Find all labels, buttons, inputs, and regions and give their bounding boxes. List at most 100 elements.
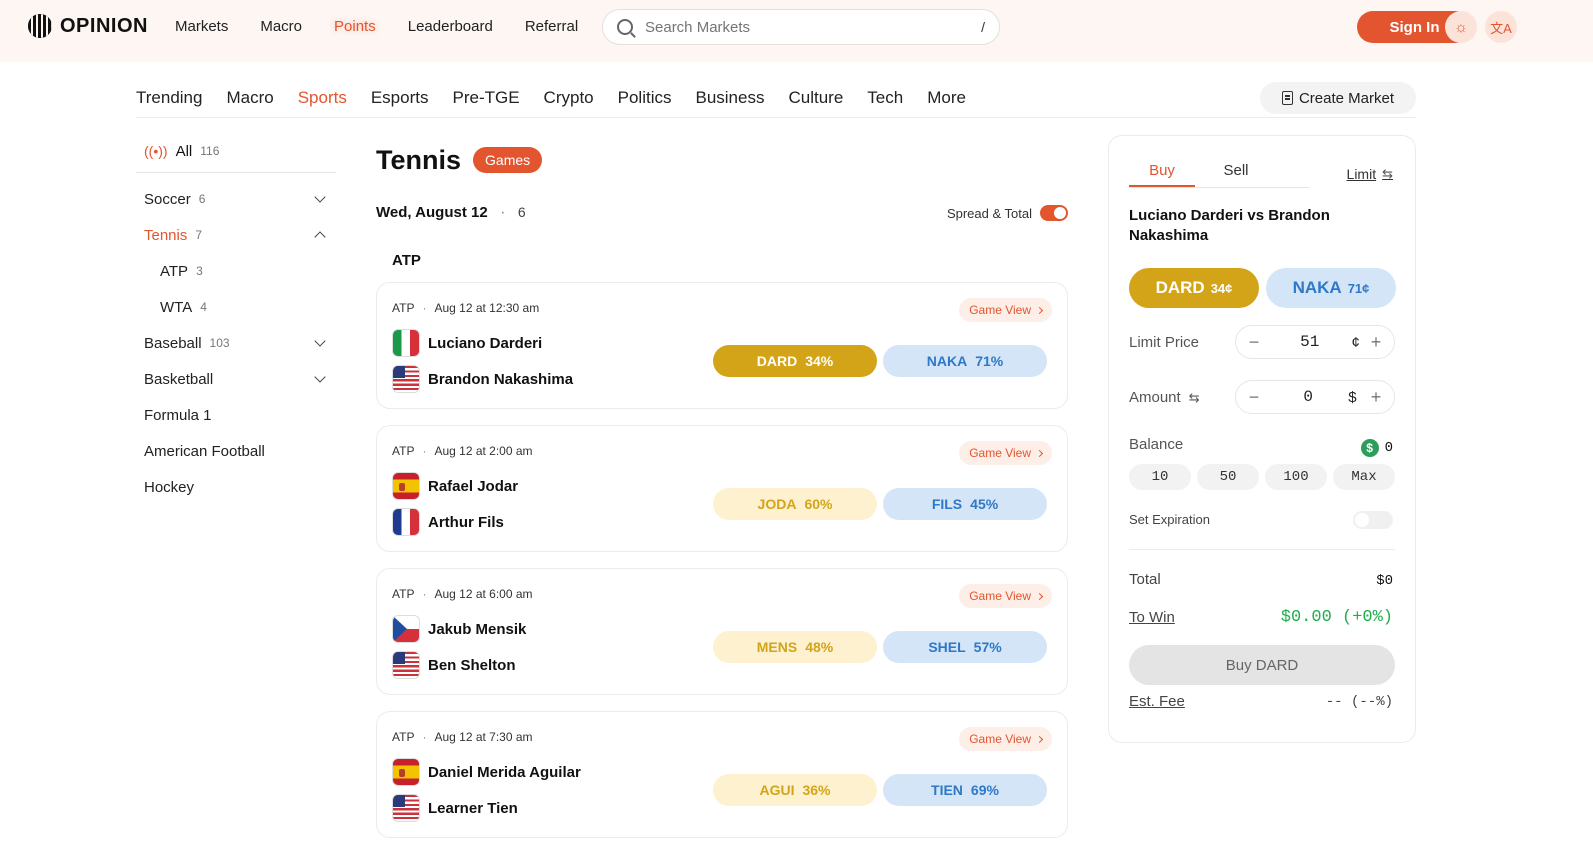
set-expiration-toggle[interactable] xyxy=(1353,511,1393,529)
plus-icon[interactable]: + xyxy=(1368,387,1384,408)
amount-value[interactable]: 0 xyxy=(1303,388,1313,406)
sidebar-item-atp[interactable]: ATP 3 xyxy=(136,253,336,289)
game-time: Aug 12 at 2:00 am xyxy=(434,444,533,458)
page-title: Tennis xyxy=(376,144,462,175)
game-card[interactable]: ATP · Aug 12 at 2:00 am Game View Rafael J… xyxy=(376,425,1068,552)
est-fee-label[interactable]: Est. Fee xyxy=(1129,693,1185,710)
chevron-down-icon[interactable] xyxy=(314,371,326,383)
sidebar-item-all[interactable]: ((•)) All 116 xyxy=(136,136,336,166)
outcome-code: NAKA xyxy=(1292,278,1342,297)
category-esports[interactable]: Esports xyxy=(371,88,429,108)
game-time: Aug 12 at 6:00 am xyxy=(434,587,533,601)
total-label: Total xyxy=(1129,571,1161,588)
category-sports[interactable]: Sports xyxy=(298,88,347,108)
theme-toggle-button[interactable]: ☼ xyxy=(1445,11,1477,43)
title-row: Tennis Games xyxy=(376,136,1068,184)
game-view-button[interactable]: Game View xyxy=(959,441,1052,465)
game-meta: ATP · Aug 12 at 7:30 am xyxy=(392,730,533,744)
odds-button-team2[interactable]: NAKA 71% xyxy=(883,345,1047,377)
sidebar-item-count: 3 xyxy=(196,264,203,278)
flag-icon xyxy=(392,615,420,643)
quick-amount-10[interactable]: 10 xyxy=(1129,464,1191,490)
limit-price-stepper[interactable]: − 51 ¢ + xyxy=(1235,325,1395,359)
search-input[interactable] xyxy=(645,18,982,36)
odds-button-team2[interactable]: TIEN 69% xyxy=(883,774,1047,806)
tab-sell[interactable]: Sell xyxy=(1203,162,1269,187)
outcome-price: 71¢ xyxy=(1347,280,1370,296)
odds-percent: 34% xyxy=(805,353,834,369)
game-view-button[interactable]: Game View xyxy=(959,584,1052,608)
chevron-up-icon[interactable] xyxy=(314,231,326,243)
language-button[interactable]: 文A xyxy=(1485,11,1517,43)
odds-code: NAKA xyxy=(926,353,968,369)
sidebar-item-hockey[interactable]: Hockey xyxy=(136,469,336,505)
game-view-button[interactable]: Game View xyxy=(959,727,1052,751)
sidebar-item-american-football[interactable]: American Football xyxy=(136,433,336,469)
nav-points[interactable]: Points xyxy=(334,18,376,35)
plus-icon[interactable]: + xyxy=(1368,332,1384,353)
chevron-down-icon[interactable] xyxy=(314,335,326,347)
quick-amount-50[interactable]: 50 xyxy=(1197,464,1259,490)
sidebar-item-basketball[interactable]: Basketball xyxy=(136,361,336,397)
odds-button-team1[interactable]: DARD 34% xyxy=(713,345,877,377)
to-win-label[interactable]: To Win xyxy=(1129,609,1175,626)
category-crypto[interactable]: Crypto xyxy=(544,88,594,108)
outcome-button-naka[interactable]: NAKA 71¢ xyxy=(1266,268,1396,308)
nav-macro[interactable]: Macro xyxy=(260,18,302,35)
date-label: Wed, August 12 xyxy=(376,204,488,221)
create-market-button[interactable]: Create Market xyxy=(1260,82,1416,114)
game-card[interactable]: ATP · Aug 12 at 7:30 am Game View Daniel M… xyxy=(376,711,1068,838)
team-row: Daniel Merida Aguilar xyxy=(392,758,581,786)
spread-total-toggle[interactable]: Spread & Total xyxy=(947,205,1068,221)
logo[interactable]: OPINION xyxy=(28,14,148,38)
category-trending[interactable]: Trending xyxy=(136,88,202,108)
minus-icon[interactable]: − xyxy=(1246,332,1262,353)
category-politics[interactable]: Politics xyxy=(618,88,672,108)
game-view-button[interactable]: Game View xyxy=(959,298,1052,322)
category-macro[interactable]: Macro xyxy=(226,88,273,108)
nav-referral[interactable]: Referral xyxy=(525,18,578,35)
amount-stepper[interactable]: − 0 $ + xyxy=(1235,380,1395,414)
odds-code: FILS xyxy=(931,496,963,512)
outcome-button-dard[interactable]: DARD 34¢ xyxy=(1129,268,1259,308)
limit-price-value[interactable]: 51 xyxy=(1300,333,1319,351)
minus-icon[interactable]: − xyxy=(1246,387,1262,408)
chevron-down-icon[interactable] xyxy=(314,191,326,203)
order-type-selector[interactable]: Limit ⇆ xyxy=(1347,166,1393,182)
game-card[interactable]: ATP · Aug 12 at 6:00 am Game View Jakub Me… xyxy=(376,568,1068,695)
games-badge[interactable]: Games xyxy=(473,147,543,173)
odds-button-team2[interactable]: SHEL 57% xyxy=(883,631,1047,663)
sidebar-item-tennis[interactable]: Tennis 7 xyxy=(136,217,336,253)
category-culture[interactable]: Culture xyxy=(788,88,843,108)
quick-amount-max[interactable]: Max xyxy=(1333,464,1395,490)
nav-markets[interactable]: Markets xyxy=(175,18,228,35)
toggle-switch[interactable] xyxy=(1040,205,1068,221)
team-row: Arthur Fils xyxy=(392,508,504,536)
sidebar-item-formula-1[interactable]: Formula 1 xyxy=(136,397,336,433)
sidebar-item-soccer[interactable]: Soccer 6 xyxy=(136,181,336,217)
odds-button-team1[interactable]: AGUI 36% xyxy=(713,774,877,806)
buy-button[interactable]: Buy DARD xyxy=(1129,645,1395,685)
game-league: ATP xyxy=(392,301,415,315)
nav-leaderboard[interactable]: Leaderboard xyxy=(408,18,493,35)
category-tech[interactable]: Tech xyxy=(867,88,903,108)
odds-button-team1[interactable]: MENS 48% xyxy=(713,631,877,663)
sidebar-item-wta[interactable]: WTA 4 xyxy=(136,289,336,325)
sidebar-item-label: American Football xyxy=(144,442,265,460)
odds-code: TIEN xyxy=(931,782,963,798)
sidebar-item-label: WTA xyxy=(160,298,193,316)
balance-text: Balance xyxy=(1129,436,1184,453)
quick-amount-100[interactable]: 100 xyxy=(1265,464,1327,490)
category-business[interactable]: Business xyxy=(695,88,764,108)
category-pre-tge[interactable]: Pre-TGE xyxy=(452,88,519,108)
category-more[interactable]: More xyxy=(927,88,966,108)
team-name: Luciano Darderi xyxy=(428,334,543,352)
team-row: Ben Shelton xyxy=(392,651,516,679)
game-card[interactable]: ATP · Aug 12 at 12:30 am Game View Luciano… xyxy=(376,282,1068,409)
odds-button-team1[interactable]: JODA 60% xyxy=(713,488,877,520)
swap-icon[interactable]: ⇆ xyxy=(1189,390,1200,406)
tab-buy[interactable]: Buy xyxy=(1129,162,1195,187)
odds-button-team2[interactable]: FILS 45% xyxy=(883,488,1047,520)
search-bar[interactable]: / xyxy=(602,9,1000,45)
sidebar-item-baseball[interactable]: Baseball 103 xyxy=(136,325,336,361)
